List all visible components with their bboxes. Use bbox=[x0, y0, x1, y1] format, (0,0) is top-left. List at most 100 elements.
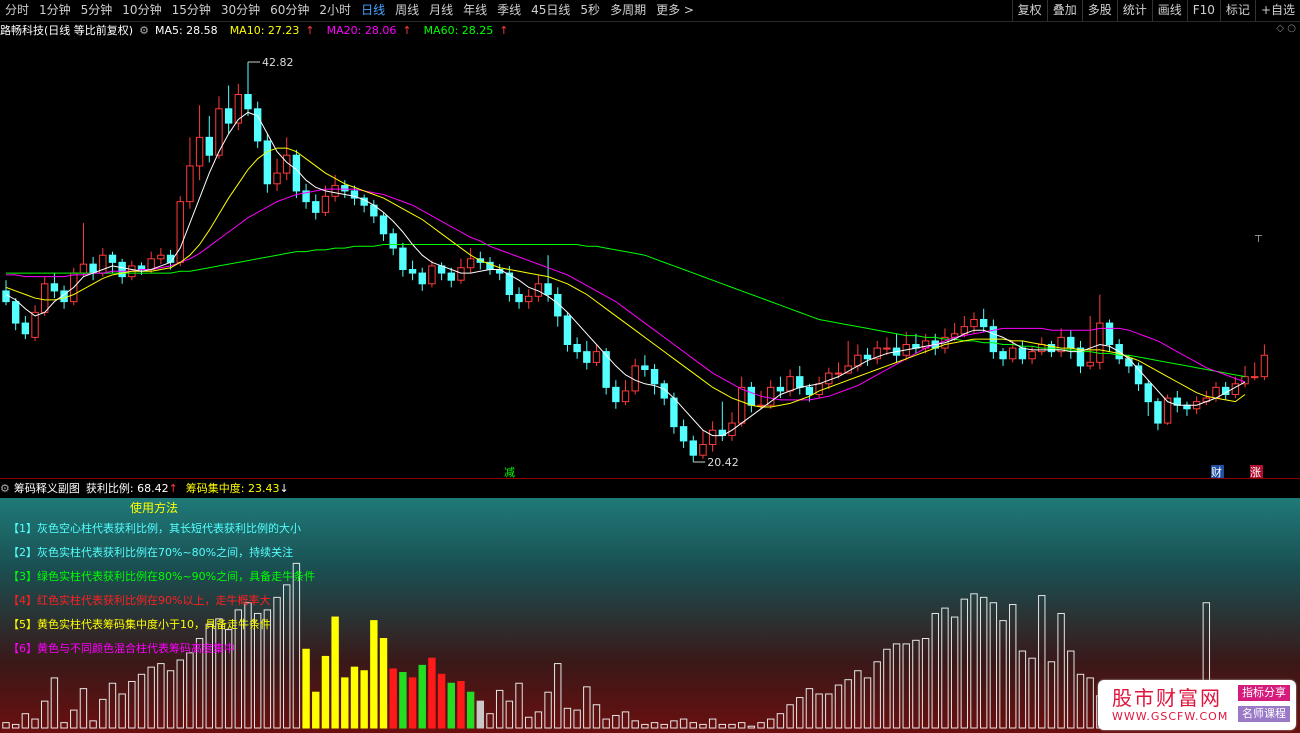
chip-bar bbox=[602, 718, 610, 729]
settings-icon[interactable]: ⚙ bbox=[139, 24, 149, 37]
period-tab[interactable]: 更多 > bbox=[651, 0, 699, 21]
chip-bar bbox=[147, 666, 155, 729]
candle-body bbox=[50, 283, 59, 292]
stock-title[interactable]: 路畅科技(日线 等比前复权) bbox=[0, 22, 133, 38]
candle-body bbox=[466, 258, 475, 269]
period-tab[interactable]: 年线 bbox=[458, 0, 492, 21]
period-tab[interactable]: 60分钟 bbox=[265, 0, 314, 21]
chip-bar bbox=[1076, 673, 1085, 729]
candle-body bbox=[805, 386, 814, 396]
chip-bar bbox=[128, 680, 136, 729]
period-tab[interactable]: 45日线 bbox=[526, 0, 575, 21]
chip-bar bbox=[186, 652, 194, 729]
chip-bar bbox=[11, 723, 20, 729]
period-tab[interactable]: 5秒 bbox=[575, 0, 605, 21]
candle-body bbox=[1134, 365, 1143, 385]
toolbar-button[interactable]: F10 bbox=[1186, 0, 1220, 21]
chip-bar bbox=[757, 722, 765, 729]
candle-body bbox=[147, 258, 155, 271]
chip-bar bbox=[825, 693, 833, 729]
period-tab[interactable]: 5分钟 bbox=[76, 0, 118, 21]
chip-bar bbox=[2, 722, 10, 729]
chip-bar bbox=[321, 655, 330, 729]
period-tab[interactable]: 多周期 bbox=[605, 0, 651, 21]
chart-tool-icons[interactable]: ◇ ○ bbox=[1276, 23, 1296, 34]
chip-bar bbox=[379, 638, 388, 729]
chip-bar bbox=[912, 639, 920, 729]
chip-bar bbox=[399, 672, 407, 729]
chip-bar bbox=[950, 616, 959, 729]
toolbar-button[interactable]: 叠加 bbox=[1046, 0, 1082, 21]
candle-body bbox=[650, 369, 659, 385]
candle-body bbox=[679, 426, 688, 442]
chip-concentration: 筹码集中度: 23.43↓ bbox=[185, 482, 289, 495]
candle-body bbox=[573, 344, 581, 353]
settings-icon[interactable]: ⚙ bbox=[0, 482, 10, 495]
candle-body bbox=[408, 269, 417, 274]
period-tab[interactable]: 30分钟 bbox=[216, 0, 265, 21]
chip-bar bbox=[1067, 650, 1075, 729]
chip-bar bbox=[854, 670, 862, 729]
toolbar-button[interactable]: 复权 bbox=[1011, 0, 1047, 21]
chip-bar bbox=[592, 704, 601, 729]
chip-bar bbox=[670, 720, 678, 729]
svg-text:42.82: 42.82 bbox=[262, 56, 294, 69]
candle-body bbox=[1086, 361, 1094, 367]
candle-body bbox=[544, 283, 552, 296]
chip-bar bbox=[960, 598, 969, 729]
candle-body bbox=[1105, 322, 1114, 346]
candle-body bbox=[447, 272, 455, 281]
chip-bar bbox=[41, 700, 49, 729]
candle-body bbox=[999, 351, 1007, 360]
signal-marker: 减 bbox=[504, 466, 515, 478]
chip-bar bbox=[621, 711, 630, 729]
watermark-tag: 名师课程 bbox=[1238, 706, 1290, 722]
period-tab[interactable]: 15分钟 bbox=[167, 0, 216, 21]
chip-bar bbox=[495, 689, 504, 729]
period-tab[interactable]: 2小时 bbox=[314, 0, 356, 21]
ma10-label: MA10: 27.23 ↑ bbox=[229, 23, 315, 37]
toolbar-button[interactable]: 标记 bbox=[1219, 0, 1255, 21]
candle-body bbox=[21, 322, 30, 335]
candle-body bbox=[699, 444, 707, 456]
period-tab[interactable]: 分时 bbox=[0, 0, 34, 21]
sub-info-bar: ⚙ 筹码释义副图 获利比例: 68.42↑ 筹码集中度: 23.43↓ bbox=[0, 480, 289, 496]
period-tab[interactable]: 周线 bbox=[390, 0, 424, 21]
sub-title: 筹码释义副图 bbox=[13, 482, 80, 495]
period-tab[interactable]: 季线 bbox=[492, 0, 526, 21]
candlestick-chart[interactable]: 42.82 20.42 减 财 涨 ⊤ bbox=[0, 38, 1300, 478]
toolbar-button[interactable]: 多股 bbox=[1081, 0, 1117, 21]
chip-bar bbox=[796, 697, 804, 729]
period-tab[interactable]: 月线 bbox=[424, 0, 458, 21]
candle-body bbox=[1251, 376, 1259, 379]
candle-body bbox=[979, 319, 988, 328]
chip-bar bbox=[215, 618, 223, 729]
candle-body bbox=[583, 351, 591, 363]
candle-body bbox=[776, 386, 785, 392]
chip-bar bbox=[941, 607, 949, 729]
watermark-tag: 指标分享 bbox=[1238, 685, 1290, 701]
chip-bar bbox=[1038, 595, 1046, 729]
candle-body bbox=[428, 265, 436, 285]
chip-bar bbox=[699, 723, 707, 729]
chip-bar bbox=[708, 718, 717, 729]
watermark-logo: 股市财富网 WWW.GSCFW.COM 指标分享 名师课程 bbox=[1098, 680, 1296, 730]
candle-body bbox=[263, 140, 272, 185]
candle-body bbox=[883, 347, 891, 350]
candle-body bbox=[331, 185, 339, 197]
candle-body bbox=[79, 263, 88, 274]
period-tab[interactable]: 10分钟 bbox=[117, 0, 166, 21]
ma20-line bbox=[6, 188, 1246, 401]
candle-body bbox=[157, 254, 165, 260]
chip-bar bbox=[534, 711, 543, 729]
chip-bar bbox=[360, 670, 368, 729]
candle-body bbox=[515, 294, 523, 303]
period-tab[interactable]: 1分钟 bbox=[34, 0, 76, 21]
toolbar-button[interactable]: +自选 bbox=[1254, 0, 1300, 21]
candle-body bbox=[786, 376, 794, 392]
toolbar-button[interactable]: 画线 bbox=[1151, 0, 1187, 21]
candle-body bbox=[747, 386, 756, 406]
period-tab[interactable]: 日线 bbox=[356, 0, 390, 21]
chip-bar bbox=[466, 691, 475, 729]
toolbar-button[interactable]: 统计 bbox=[1116, 0, 1152, 21]
